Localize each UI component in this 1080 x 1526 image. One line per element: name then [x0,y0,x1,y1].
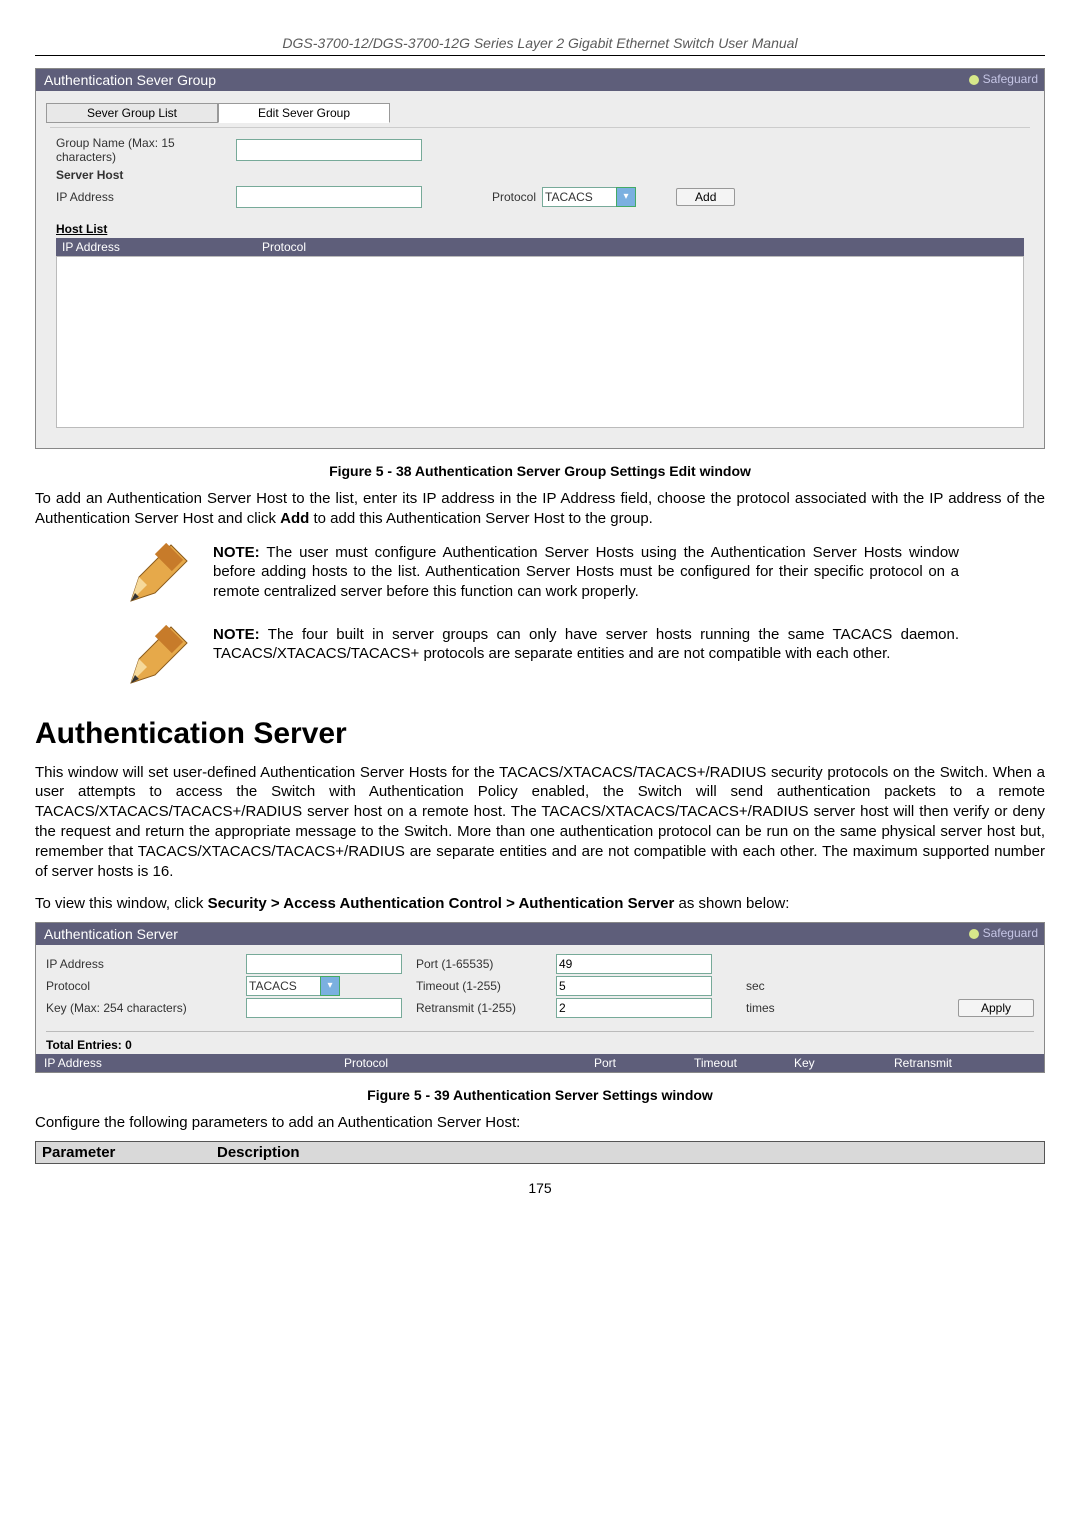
port-label: Port (1-65535) [416,957,556,971]
col-protocol: Protocol [344,1056,594,1070]
key-label: Key (Max: 254 characters) [46,1001,246,1015]
group-name-input[interactable] [236,139,422,161]
port-input[interactable] [556,954,712,974]
ip-address-label: IP Address [56,190,236,204]
nav-path: To view this window, click Security > Ac… [35,895,1045,912]
timeout-label: Timeout (1-255) [416,979,556,993]
note-2: NOTE: The four built in server groups ca… [213,625,959,693]
col-timeout: Timeout [694,1056,794,1070]
times-unit: times [746,1001,806,1015]
doc-header: DGS-3700-12/DGS-3700-12G Series Layer 2 … [35,35,1045,51]
col-retransmit: Retransmit [894,1056,1036,1070]
section-heading: Authentication Server [35,717,1045,751]
server-host-label: Server Host [56,168,236,182]
body-para-2: This window will set user-defined Authen… [35,763,1045,882]
col-parameter: Parameter [42,1144,217,1161]
figure-caption-1: Figure 5 - 38 Authentication Server Grou… [35,463,1045,479]
safeguard-badge: Safeguard [969,72,1038,86]
body-para-3: Configure the following parameters to ad… [35,1113,1045,1133]
host-list-header: IP Address Protocol [56,238,1024,256]
safeguard-icon [969,929,979,939]
total-entries: Total Entries: 0 [36,1038,1044,1054]
add-button[interactable]: Add [676,188,735,206]
col-key: Key [794,1056,894,1070]
chevron-down-icon[interactable]: ▾ [616,187,636,207]
parameter-table: Parameter Description [35,1141,1045,1164]
tab-edit-sever-group[interactable]: Edit Sever Group [218,103,390,123]
body-para-1: To add an Authentication Server Host to … [35,489,1045,529]
chevron-down-icon[interactable]: ▾ [320,976,340,996]
apply-button[interactable]: Apply [958,999,1034,1017]
server-table-header: IP Address Protocol Port Timeout Key Ret… [36,1054,1044,1072]
key-input[interactable] [246,998,402,1018]
sec-unit: sec [746,979,806,993]
pencil-icon [121,543,189,611]
col-port: Port [594,1056,694,1070]
protocol-select[interactable]: TACACS [246,976,322,996]
col-ip-address: IP Address [62,240,262,254]
page-number: 175 [35,1180,1045,1196]
safeguard-icon [969,75,979,85]
col-description: Description [217,1144,300,1161]
retransmit-input[interactable] [556,998,712,1018]
tab-sever-group-list[interactable]: Sever Group List [46,103,218,123]
pencil-icon [121,625,189,693]
ip-address-input[interactable] [246,954,402,974]
col-ip-address: IP Address [44,1056,344,1070]
safeguard-badge: Safeguard [969,926,1038,940]
col-protocol: Protocol [262,240,306,254]
protocol-label: Protocol [492,190,536,204]
note-1: NOTE: The user must configure Authentica… [213,543,959,611]
ip-address-input[interactable] [236,186,422,208]
host-list-body [56,256,1024,428]
auth-server-group-panel: Authentication Sever Group Safeguard Sev… [35,68,1045,449]
panel-title: Authentication Sever Group [44,72,216,88]
protocol-select[interactable]: TACACS [542,187,618,207]
protocol-label: Protocol [46,979,246,993]
auth-server-panel: Authentication Server Safeguard IP Addre… [35,922,1045,1073]
timeout-input[interactable] [556,976,712,996]
retransmit-label: Retransmit (1-255) [416,1001,556,1015]
group-name-label: Group Name (Max: 15 characters) [56,136,236,164]
ip-address-label: IP Address [46,957,246,971]
figure-caption-2: Figure 5 - 39 Authentication Server Sett… [35,1087,1045,1103]
panel-title-2: Authentication Server [44,926,178,942]
host-list-label: Host List [56,222,1024,236]
